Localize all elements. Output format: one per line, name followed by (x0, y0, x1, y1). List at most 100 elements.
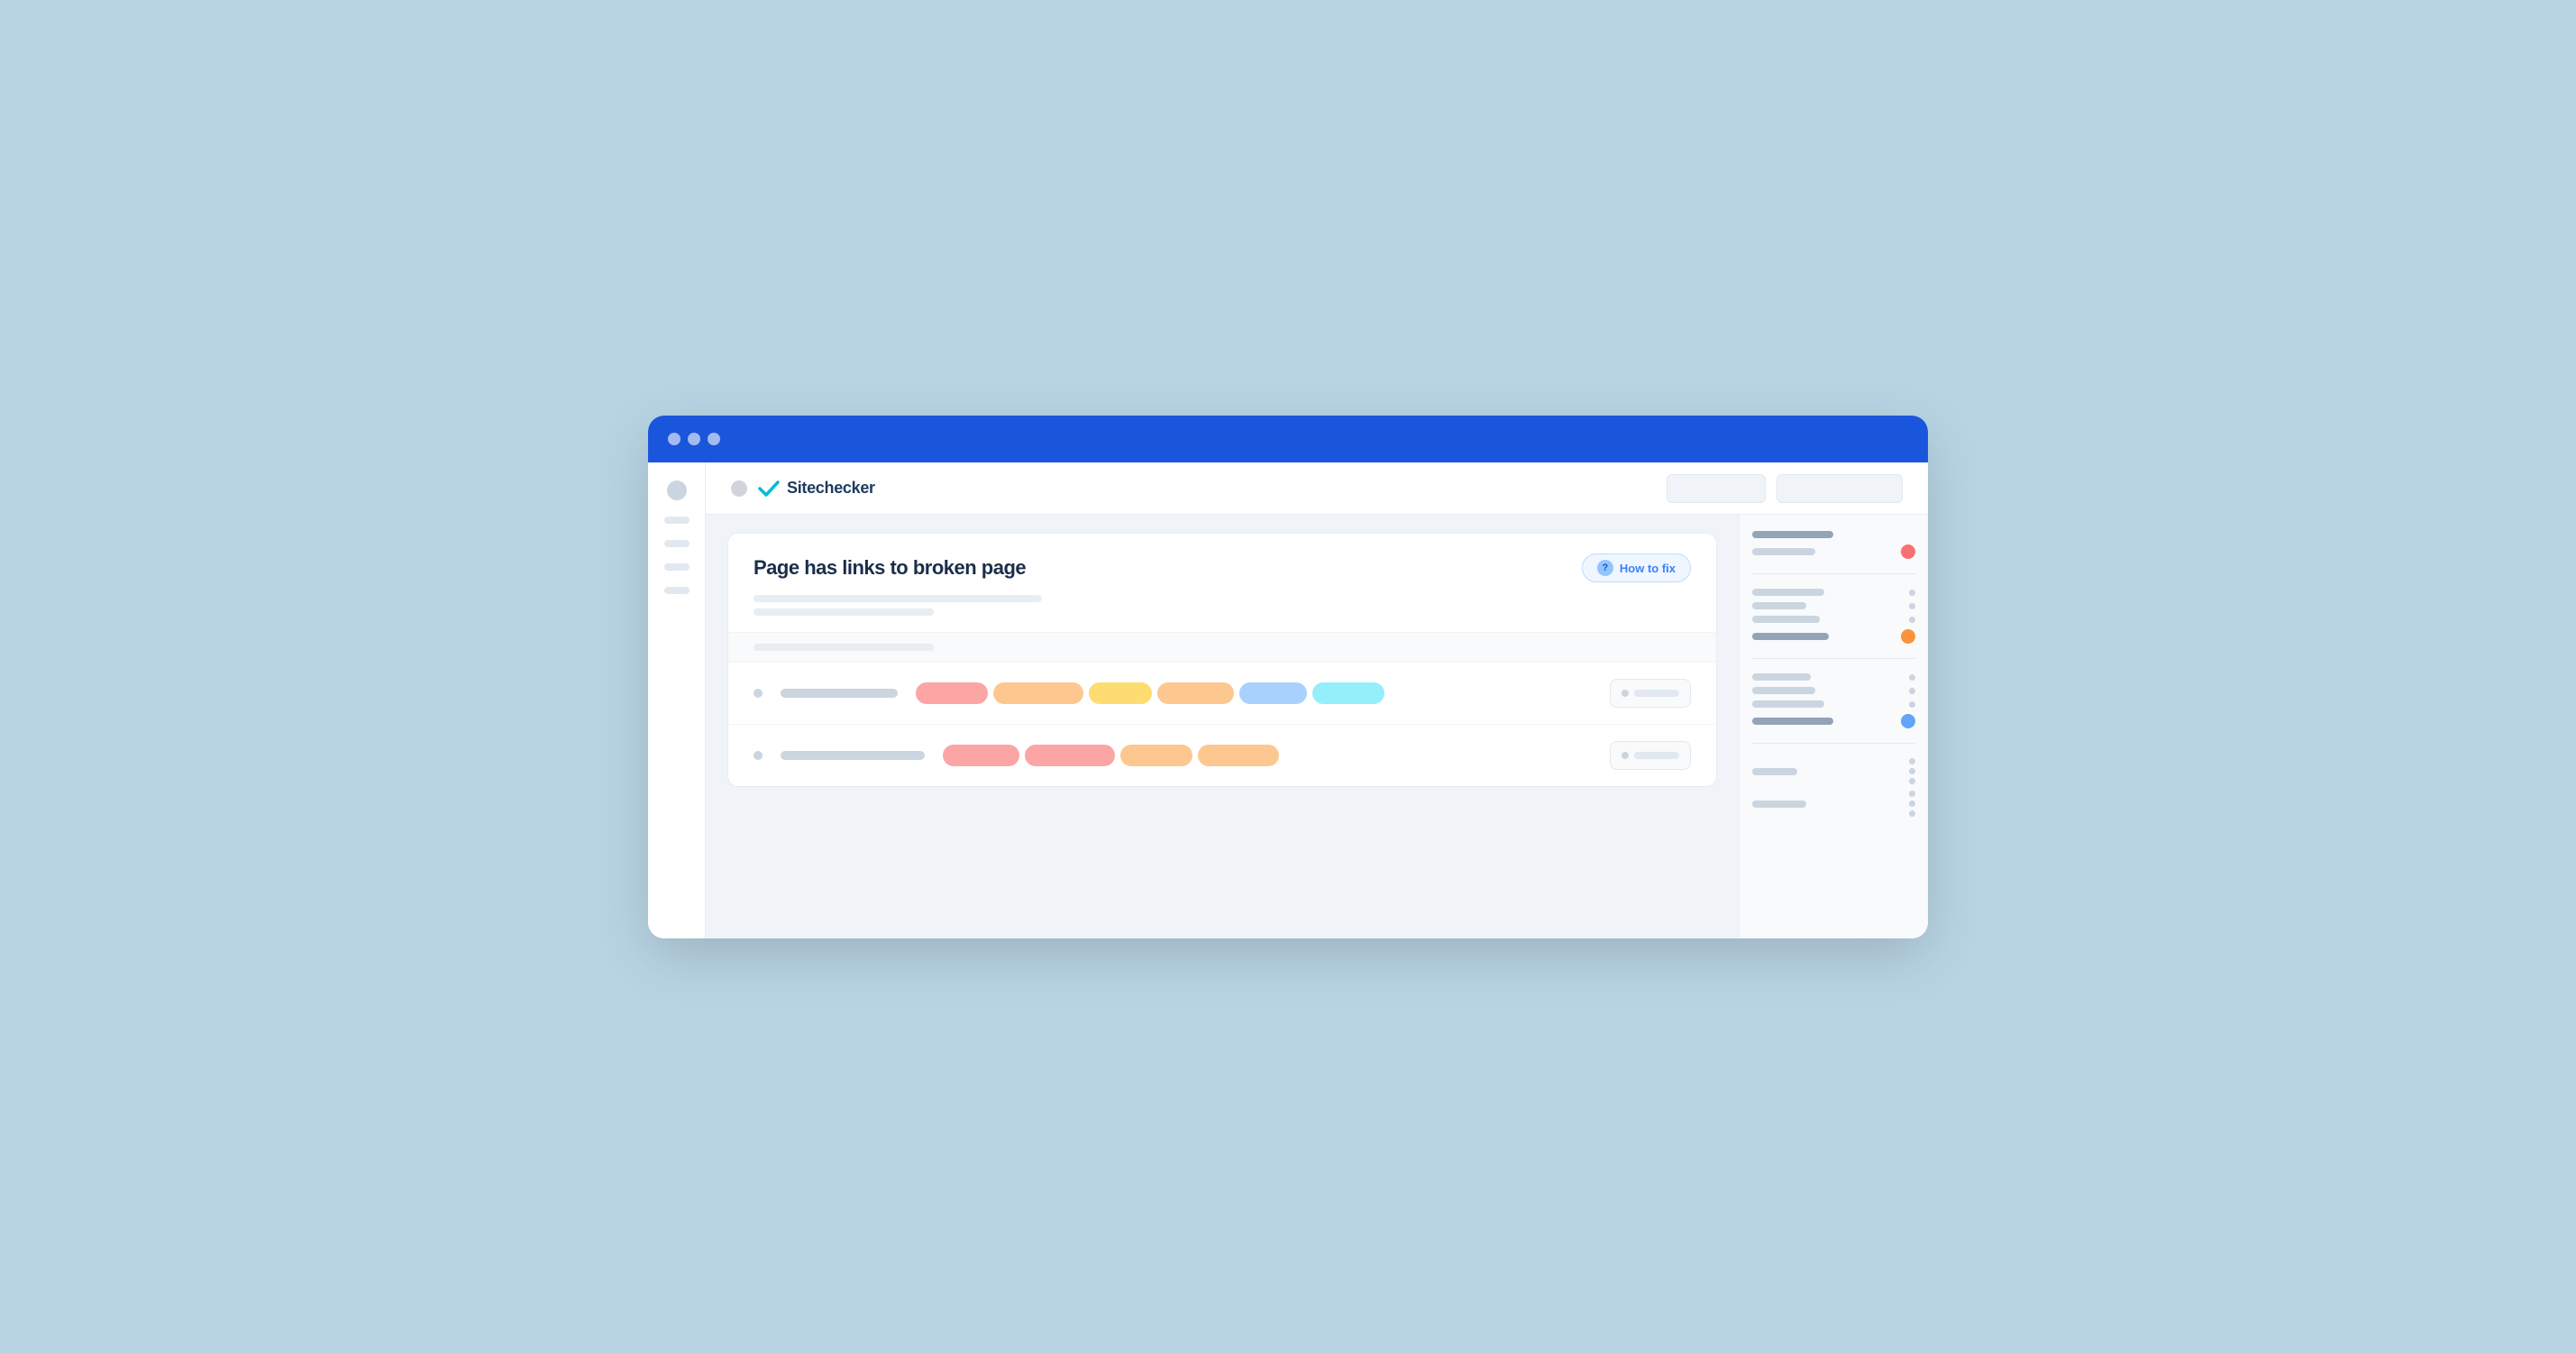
right-row-11 (1752, 758, 1915, 784)
tag-peach-2 (1157, 682, 1234, 704)
right-row-7 (1752, 673, 1915, 681)
sidebar-left (648, 462, 706, 938)
right-row-1 (1752, 531, 1915, 538)
row-label-1 (781, 689, 898, 698)
logo-text: Sitechecker (787, 479, 875, 498)
row-tags-2 (943, 745, 1592, 766)
right-divider-2 (1752, 658, 1915, 659)
action-bar-1 (1634, 690, 1679, 697)
logo: Sitechecker (756, 479, 875, 499)
tag-blue-1 (1239, 682, 1307, 704)
row-action-btn-2[interactable] (1610, 741, 1691, 770)
right-group-2 (1752, 589, 1915, 644)
right-dots-7 (1909, 758, 1915, 784)
tag-peach-1 (993, 682, 1083, 704)
nav-btn-2[interactable] (1777, 474, 1903, 503)
tag-cyan-1 (1312, 682, 1384, 704)
right-bar-7 (1752, 673, 1811, 681)
panel-card: Page has links to broken page ? How to f… (727, 533, 1717, 787)
right-bar-6 (1752, 633, 1829, 640)
how-to-fix-icon: ? (1597, 560, 1613, 576)
right-row-2 (1752, 544, 1915, 559)
table-header-row (728, 633, 1716, 663)
sidebar-bar-4 (664, 587, 690, 594)
tag-peach-4 (1198, 745, 1279, 766)
sidebar-item-1 (667, 480, 687, 500)
desc-line-1 (754, 595, 1042, 602)
right-dots-8 (1909, 791, 1915, 817)
desc-line-2 (754, 608, 934, 616)
right-bar-5 (1752, 616, 1820, 623)
nav-buttons (1667, 474, 1903, 503)
right-row-9 (1752, 700, 1915, 708)
right-dots-1 (1909, 590, 1915, 596)
main-area: Sitechecker Page has links to (706, 462, 1928, 938)
right-bar-1 (1752, 531, 1833, 538)
right-divider-3 (1752, 743, 1915, 744)
right-bar-11 (1752, 768, 1797, 775)
tag-orange-1 (1089, 682, 1152, 704)
right-row-6 (1752, 629, 1915, 644)
right-dots-6 (1909, 701, 1915, 708)
top-nav: Sitechecker (706, 462, 1928, 515)
dot-1 (668, 433, 681, 445)
right-row-10 (1752, 714, 1915, 728)
tag-pink-2 (943, 745, 1019, 766)
right-bar-12 (1752, 801, 1806, 808)
right-dots-5 (1909, 688, 1915, 694)
right-bar-10 (1752, 718, 1833, 725)
dot-3 (708, 433, 720, 445)
logo-check-icon (756, 479, 781, 499)
right-status-orange (1901, 629, 1915, 644)
sidebar-bar-2 (664, 540, 690, 547)
right-dots-4 (1909, 674, 1915, 681)
nav-circle (731, 480, 747, 497)
panel-area: Page has links to broken page ? How to f… (706, 515, 1739, 938)
right-dots-2 (1909, 603, 1915, 609)
right-row-3 (1752, 589, 1915, 596)
right-status-red (1901, 544, 1915, 559)
right-bar-4 (1752, 602, 1806, 609)
logo-area: Sitechecker (731, 479, 875, 499)
dot-2 (688, 433, 700, 445)
tag-pink-3 (1025, 745, 1115, 766)
how-to-fix-button[interactable]: ? How to fix (1582, 553, 1691, 582)
right-status-blue (1901, 714, 1915, 728)
right-group-1 (1752, 531, 1915, 559)
sidebar-bar-3 (664, 563, 690, 571)
panel-title-row: Page has links to broken page ? How to f… (754, 553, 1691, 582)
row-tags-1 (916, 682, 1592, 704)
right-row-8 (1752, 687, 1915, 694)
panel-desc (754, 595, 1691, 616)
right-row-5 (1752, 616, 1915, 623)
tag-peach-3 (1120, 745, 1192, 766)
nav-btn-1[interactable] (1667, 474, 1766, 503)
tag-pink-1 (916, 682, 988, 704)
right-row-4 (1752, 602, 1915, 609)
row-label-2 (781, 751, 925, 760)
row-indicator-1 (754, 689, 763, 698)
browser-window: Sitechecker Page has links to (648, 416, 1928, 938)
content-body: Page has links to broken page ? How to f… (706, 515, 1928, 938)
right-bar-9 (1752, 700, 1824, 708)
browser-dots (668, 433, 720, 445)
right-bar-8 (1752, 687, 1815, 694)
sidebar-right (1739, 515, 1928, 938)
panel-header: Page has links to broken page ? How to f… (728, 534, 1716, 633)
right-group-3 (1752, 673, 1915, 728)
row-action-btn-1[interactable] (1610, 679, 1691, 708)
sidebar-bar-1 (664, 517, 690, 524)
action-dot-2 (1621, 752, 1629, 759)
table-row (728, 663, 1716, 725)
how-to-fix-label: How to fix (1620, 562, 1676, 575)
action-bar-2 (1634, 752, 1679, 759)
right-bar-3 (1752, 589, 1824, 596)
right-row-12 (1752, 791, 1915, 817)
right-divider-1 (1752, 573, 1915, 574)
browser-content: Sitechecker Page has links to (648, 462, 1928, 938)
table-row-2 (728, 725, 1716, 786)
action-dot-1 (1621, 690, 1629, 697)
browser-titlebar (648, 416, 1928, 462)
panel-title: Page has links to broken page (754, 556, 1026, 580)
right-group-4 (1752, 758, 1915, 817)
